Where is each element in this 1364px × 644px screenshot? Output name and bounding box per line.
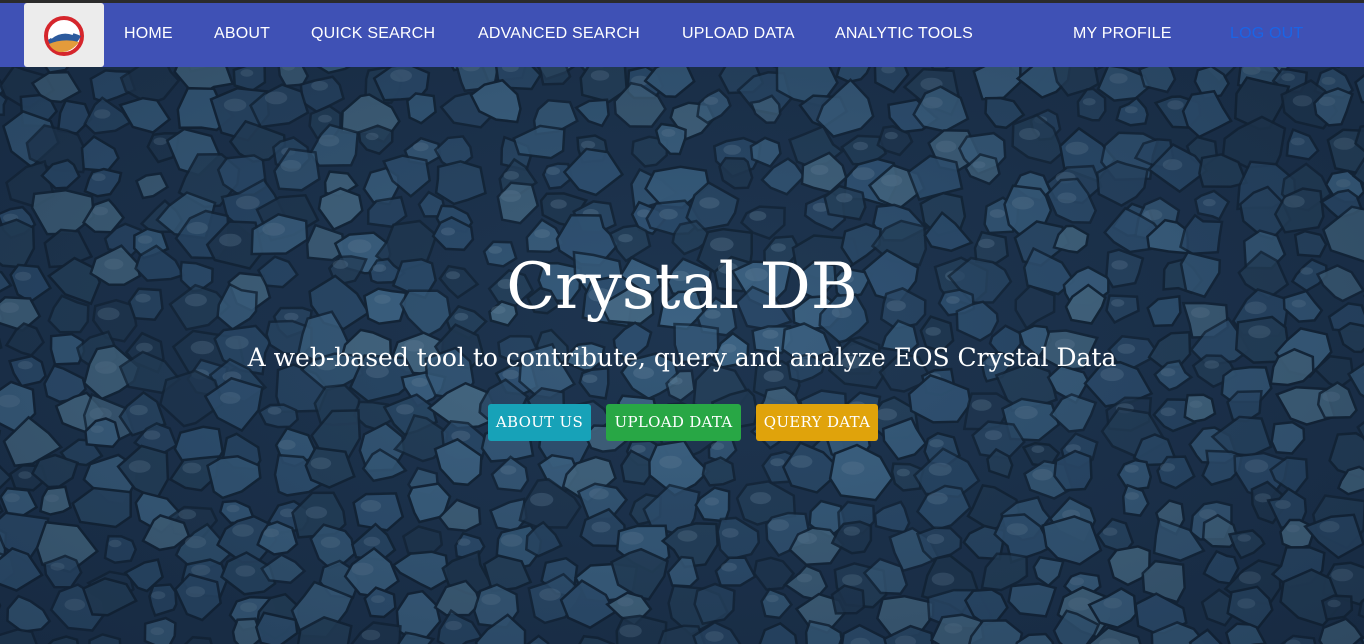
home-logo-button[interactable] bbox=[24, 3, 104, 67]
nav-home-link[interactable]: HOME bbox=[124, 25, 173, 43]
nav-logout-link[interactable]: LOG OUT bbox=[1230, 25, 1303, 43]
crystaldb-logo-icon bbox=[44, 16, 84, 56]
upload-data-button[interactable]: UPLOAD DATA bbox=[606, 404, 741, 441]
hero-subtitle: A web-based tool to contribute, query an… bbox=[247, 343, 1117, 372]
nav-analytic-tools-link[interactable]: ANALYTIC TOOLS bbox=[835, 25, 973, 43]
navbar: HOME ABOUT QUICK SEARCH ADVANCED SEARCH … bbox=[0, 3, 1364, 67]
nav-advanced-search-link[interactable]: ADVANCED SEARCH bbox=[478, 25, 640, 43]
nav-my-profile-link[interactable]: MY PROFILE bbox=[1073, 25, 1172, 43]
nav-quick-search-link[interactable]: QUICK SEARCH bbox=[311, 25, 435, 43]
query-data-button[interactable]: QUERY DATA bbox=[756, 404, 878, 441]
about-us-button[interactable]: ABOUT US bbox=[488, 404, 591, 441]
nav-upload-data-link[interactable]: UPLOAD DATA bbox=[682, 25, 795, 43]
hero-section: Crystal DB A web-based tool to contribut… bbox=[0, 67, 1364, 644]
nav-about-link[interactable]: ABOUT bbox=[214, 25, 270, 43]
hero-title: Crystal DB bbox=[506, 250, 858, 324]
